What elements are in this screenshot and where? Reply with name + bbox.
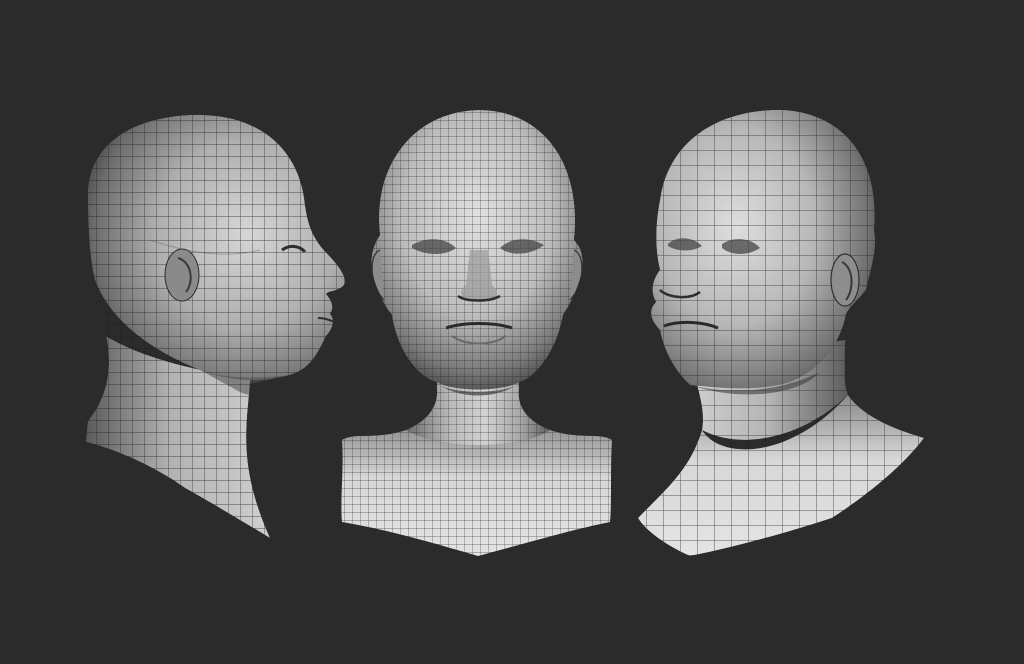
head-mesh-render xyxy=(0,0,1024,664)
render-viewport xyxy=(0,0,1024,664)
